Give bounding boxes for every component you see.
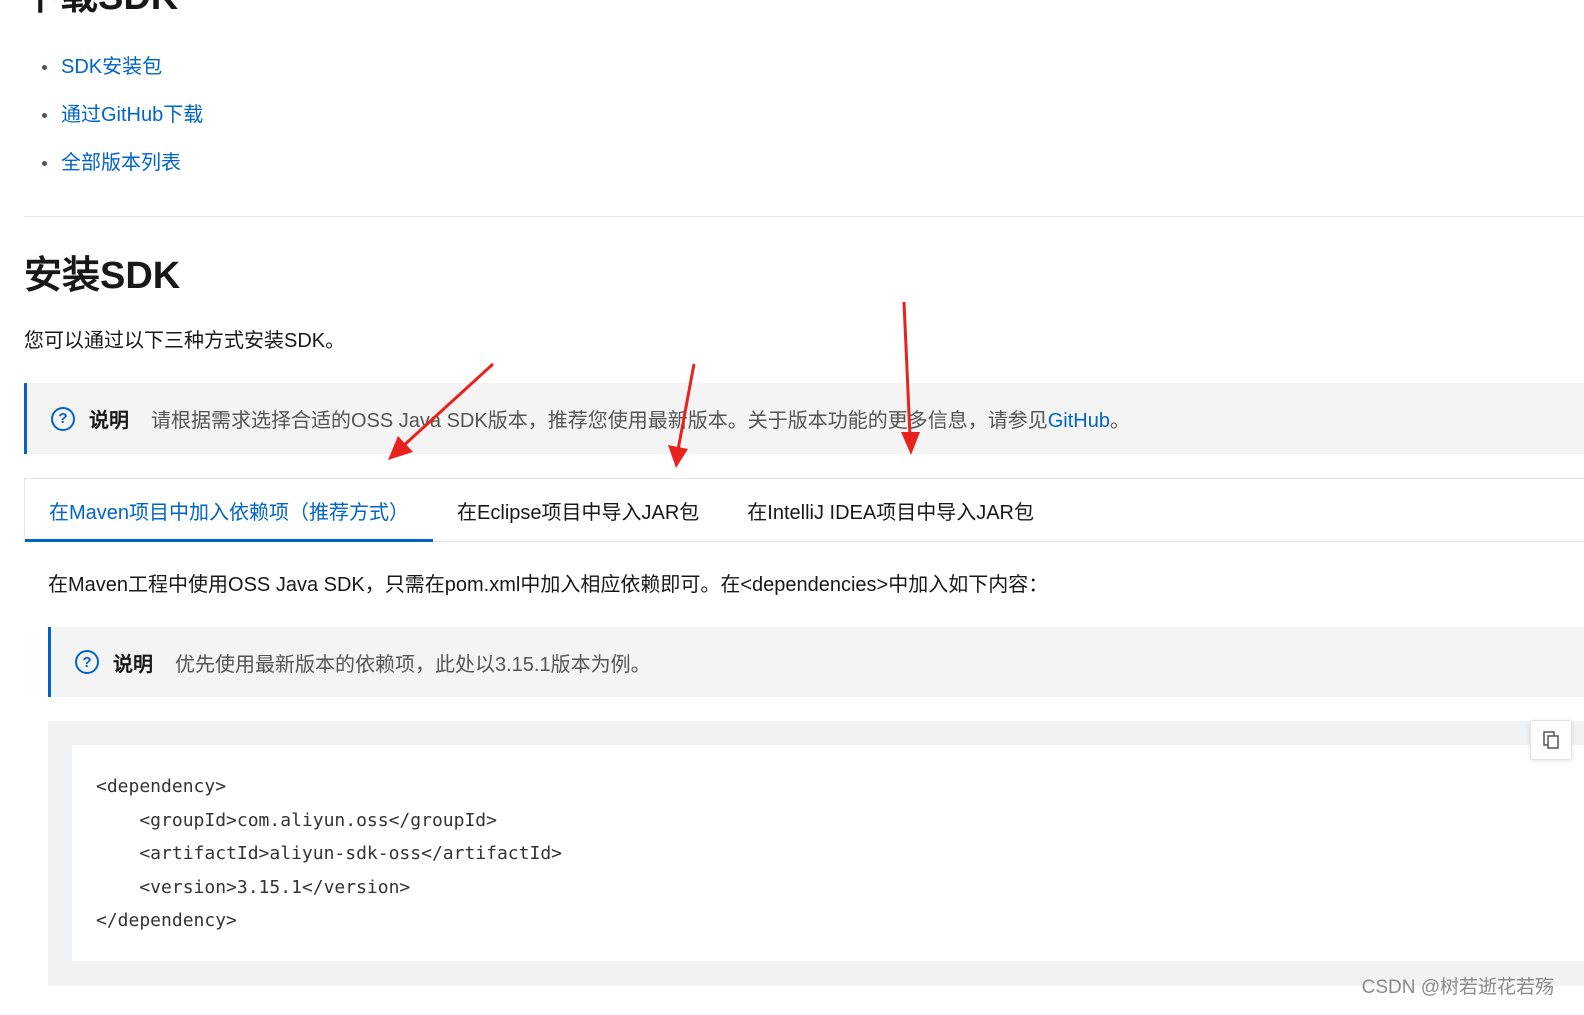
dependency-note-callout: ? 说明 优先使用最新版本的依赖项，此处以3.15.1版本为例。 — [48, 627, 1584, 697]
bullet-dot — [42, 161, 47, 166]
code-line: <version>3.15.1</version> — [96, 876, 411, 898]
question-circle-icon: ? — [51, 406, 75, 431]
sdk-package-link[interactable]: SDK安装包 — [61, 56, 162, 78]
version-note-callout: ? 说明 请根据需求选择合适的OSS Java SDK版本，推荐您使用最新版本。… — [24, 383, 1584, 454]
code-line: </dependency> — [96, 910, 237, 931]
all-versions-link[interactable]: 全部版本列表 — [61, 152, 181, 174]
list-item: SDK安装包 — [40, 50, 203, 98]
tab-maven[interactable]: 在Maven项目中加入依赖项（推荐方式） — [25, 479, 434, 542]
github-link[interactable]: GitHub — [1048, 410, 1110, 432]
watermark: CSDN @树若逝花若殇 — [1361, 977, 1554, 998]
code-line: <groupId>com.aliyun.oss</groupId> — [96, 809, 497, 831]
install-sdk-heading: 安装SDK — [24, 255, 181, 297]
note-body: 请根据需求选择合适的OSS Java SDK版本，推荐您使用最新版本。关于版本功… — [151, 410, 1048, 432]
list-item: 全部版本列表 — [40, 146, 203, 194]
question-circle-icon: ? — [75, 650, 99, 674]
download-sdk-heading: 下载SDK — [22, 0, 178, 16]
note-label: 说明 — [113, 653, 153, 676]
install-method-tabs: 在Maven项目中加入依赖项（推荐方式） 在Eclipse项目中导入JAR包 在… — [24, 478, 1584, 542]
note-suffix: 。 — [1109, 410, 1130, 432]
section-divider — [24, 216, 1584, 217]
note-label: 说明 — [89, 410, 129, 432]
install-intro-text: 您可以通过以下三种方式安装SDK。 — [24, 330, 346, 352]
code-line: <dependency> — [96, 776, 227, 797]
copy-icon — [1543, 731, 1559, 749]
note-text: 优先使用最新版本的依赖项，此处以3.15.1版本为例。 — [175, 653, 651, 676]
download-links-list: SDK安装包 通过GitHub下载 全部版本列表 — [40, 50, 203, 194]
github-download-link[interactable]: 通过GitHub下载 — [61, 104, 203, 126]
tab-eclipse[interactable]: 在Eclipse项目中导入JAR包 — [433, 479, 723, 541]
list-item: 通过GitHub下载 — [40, 98, 203, 146]
copy-code-button[interactable] — [1530, 720, 1572, 760]
bullet-dot — [42, 113, 47, 118]
code-content[interactable]: <dependency> <groupId>com.aliyun.oss</gr… — [96, 770, 562, 938]
code-line: <artifactId>aliyun-sdk-oss</artifactId> — [96, 843, 562, 864]
maven-description: 在Maven工程中使用OSS Java SDK，只需在pom.xml中加入相应依… — [48, 574, 1049, 596]
note-text: 请根据需求选择合适的OSS Java SDK版本，推荐您使用最新版本。关于版本功… — [151, 404, 1130, 433]
bullet-dot — [42, 65, 47, 70]
tab-intellij-idea[interactable]: 在IntelliJ IDEA项目中导入JAR包 — [723, 479, 1058, 541]
